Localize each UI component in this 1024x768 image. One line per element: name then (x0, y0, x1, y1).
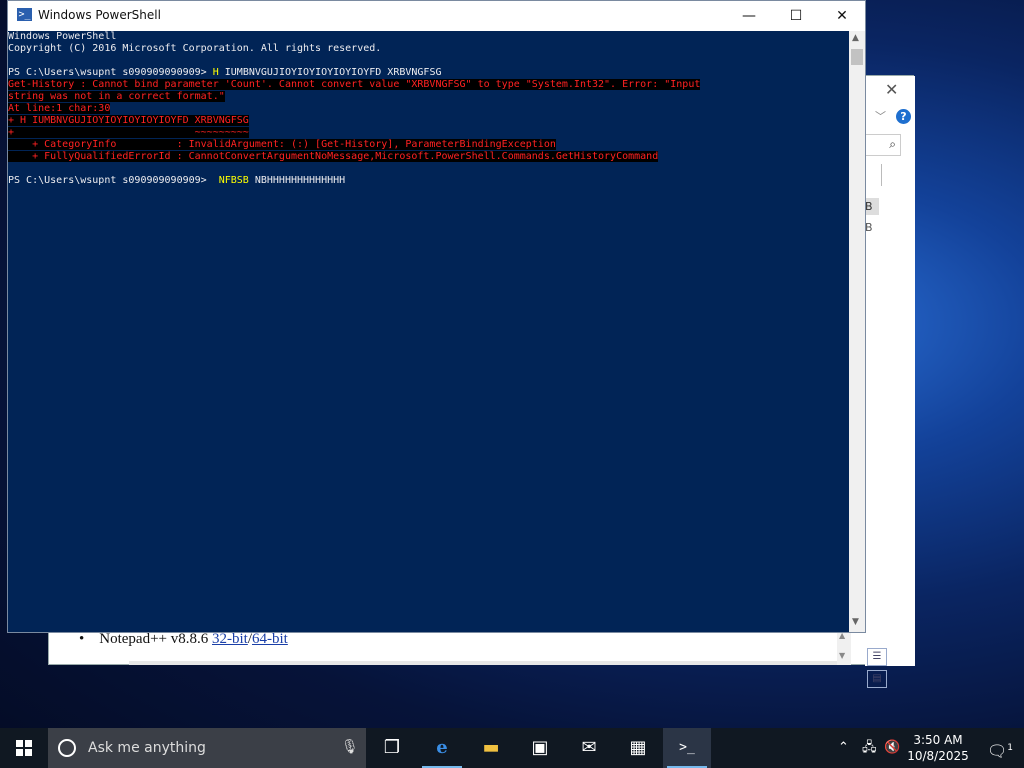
error-text: At line:1 char:30 (8, 103, 111, 114)
error-line: At line:1 char:30 (8, 103, 111, 115)
prompt: PS C:\Users\wsupnt s090909090909> (8, 67, 213, 78)
command-args: NBHHHHHHHHHHHHH (248, 175, 346, 186)
console-input-line[interactable]: PS C:\Users\wsupnt s090909090909> NFBSB … (8, 175, 345, 187)
console-line: Copyright (C) 2016 Microsoft Corporation… (8, 43, 382, 54)
error-text: Get-History : Cannot bind parameter 'Cou… (8, 79, 701, 90)
chevron-up-icon[interactable]: ⌃ (838, 728, 849, 768)
action-center-icon[interactable]: 🗨1 (980, 728, 1020, 768)
console-line: Windows PowerShell (8, 31, 117, 42)
minimize-button[interactable]: — (726, 1, 772, 31)
error-line: + H IUMBNVGUJIOYIOYIOYIOYIOYFD XRBVNGFSG (8, 115, 249, 127)
chevron-down-icon[interactable]: ﹀ (875, 108, 886, 124)
error-text: + FullyQualifiedErrorId : CannotConvertA… (8, 151, 659, 162)
clock[interactable]: 3:50 AM 10/8/2025 (900, 732, 976, 764)
windows-logo-icon (16, 740, 32, 756)
window-title: Windows PowerShell (38, 8, 161, 22)
horizontal-scrollbar[interactable] (129, 661, 839, 665)
scroll-down-icon[interactable]: ▼ (839, 651, 845, 660)
preview-view-icon[interactable]: ▤ (867, 670, 887, 688)
link-64-bit[interactable]: 64-bit (252, 631, 288, 647)
start-button[interactable] (0, 728, 48, 768)
cortana-search-box[interactable]: Ask me anything 🎙 (48, 728, 366, 768)
app-icon[interactable]: ▦ (614, 728, 662, 768)
error-text: + CategoryInfo : InvalidArgument: (:) [G… (8, 139, 556, 150)
view-buttons: ☰▤ (867, 644, 911, 688)
browser-right-panel (865, 76, 915, 666)
network-icon[interactable]: 🖧 (862, 728, 877, 768)
mail-icon[interactable]: ✉ (565, 728, 613, 768)
clock-date: 10/8/2025 (907, 749, 969, 763)
notification-count: 1 (1007, 743, 1014, 753)
help-icon[interactable]: ? (896, 109, 911, 124)
clock-time: 3:50 AM (913, 733, 963, 747)
microphone-icon[interactable]: 🎙 (341, 739, 359, 755)
title-bar[interactable]: >_ Windows PowerShell — ☐ ✕ (8, 1, 865, 31)
scroll-up-icon[interactable]: ▲ (852, 33, 859, 43)
powershell-icon: >_ (17, 8, 32, 21)
details-view-icon[interactable]: ☰ (867, 648, 887, 666)
powershell-window[interactable]: >_ Windows PowerShell — ☐ ✕ Windows Powe… (7, 0, 866, 633)
console-vertical-scrollbar[interactable]: ▲ ▼ (849, 31, 865, 632)
prompt: PS C:\Users\wsupnt s090909090909> (8, 175, 219, 186)
divider (881, 164, 882, 186)
list-item-text: Notepad++ v8.8.6 (99, 631, 212, 647)
cortana-icon (58, 739, 76, 757)
side-tab-b2[interactable]: B (865, 219, 879, 236)
list-item: • Notepad++ v8.8.6 32-bit/64-bit (79, 631, 288, 647)
command-args: IUMBNVGUJIOYIOYIOYIOYIOYFD XRBVNGFSG (218, 67, 442, 78)
error-line: + ~~~~~~~~~ (8, 127, 249, 139)
error-line: Get-History : Cannot bind parameter 'Cou… (8, 79, 701, 91)
command-name: NFBSB (218, 175, 249, 186)
error-line: + FullyQualifiedErrorId : CannotConvertA… (8, 151, 659, 163)
browser-vertical-scrollbar[interactable]: ▲ ▼ (837, 631, 851, 665)
error-line: + CategoryInfo : InvalidArgument: (:) [G… (8, 139, 556, 151)
search-box[interactable]: ⌕ (865, 134, 901, 156)
error-line: string was not in a correct format." (8, 91, 225, 103)
search-icon[interactable]: ⌕ (889, 137, 896, 152)
error-text: + ~~~~~~~~~ (8, 127, 249, 138)
console-line: PS C:\Users\wsupnt s090909090909> H IUMB… (8, 67, 442, 79)
link-32-bit[interactable]: 32-bit (212, 631, 248, 647)
file-explorer-icon[interactable]: ▬ (467, 728, 515, 768)
search-placeholder: Ask me anything (88, 740, 206, 756)
task-view-icon[interactable]: ❐ (368, 728, 416, 768)
close-button[interactable]: ✕ (819, 1, 865, 31)
scroll-down-icon[interactable]: ▼ (852, 617, 859, 627)
maximize-button[interactable]: ☐ (773, 1, 819, 31)
side-tab-b1[interactable]: B (865, 198, 879, 215)
error-text: + H IUMBNVGUJIOYIOYIOYIOYIOYFD XRBVNGFSG (8, 115, 249, 126)
taskbar: Ask me anything 🎙 ❐ e ▬ ▣ ✉ ▦ >_ ⌃ 🖧 🔇 3… (0, 728, 1024, 768)
console-output[interactable]: Windows PowerShell Copyright (C) 2016 Mi… (8, 31, 848, 632)
close-icon[interactable]: ✕ (885, 80, 898, 99)
scrollbar-thumb[interactable] (851, 49, 863, 65)
edge-icon[interactable]: e (418, 728, 466, 768)
store-icon[interactable]: ▣ (516, 728, 564, 768)
powershell-taskbar-icon[interactable]: >_ (663, 728, 711, 768)
volume-muted-icon[interactable]: 🔇 (884, 728, 900, 768)
error-text: string was not in a correct format." (8, 91, 225, 102)
